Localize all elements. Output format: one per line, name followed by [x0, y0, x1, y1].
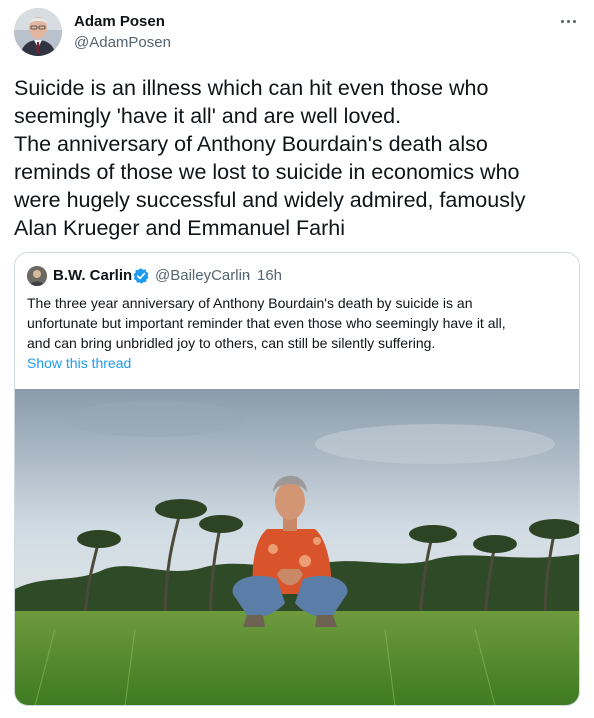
- tweet-text-line: reminds of those we lost to suicide in e…: [14, 160, 520, 184]
- author-avatar-image: [14, 8, 62, 56]
- quoted-text-line: unfortunate but important reminder that …: [27, 315, 506, 331]
- more-dots-icon[interactable]: [558, 11, 580, 31]
- tweet-text-line: seemingly 'have it all' and are well lov…: [14, 104, 402, 128]
- tweet-text-line: were hugely successful and widely admire…: [14, 188, 526, 212]
- quoted-author-name: B.W. Carlin: [53, 267, 133, 284]
- quoted-tweet-photo[interactable]: [15, 389, 579, 706]
- more-dot: [573, 20, 576, 23]
- more-dot: [567, 20, 570, 23]
- quoted-timestamp: 16h: [257, 267, 283, 284]
- author-name[interactable]: Adam Posen: [74, 13, 165, 30]
- quoted-author-avatar: [27, 266, 47, 286]
- quoted-author-handle: @BaileyCarlin: [155, 267, 251, 284]
- tweet-text-line: Suicide is an illness which can hit even…: [14, 76, 489, 100]
- tweet-header: Adam Posen @AdamPosen: [14, 8, 580, 58]
- tweet-text-line: Alan Krueger and Emmanuel Farhi: [14, 216, 346, 240]
- more-dot: [561, 20, 564, 23]
- author-handle[interactable]: @AdamPosen: [74, 34, 171, 51]
- tweet-text-line: The anniversary of Anthony Bourdain's de…: [14, 132, 488, 156]
- verified-badge-icon: [133, 268, 149, 284]
- show-thread-link[interactable]: Show this thread: [27, 355, 131, 371]
- separator-dot: ·: [245, 267, 250, 284]
- quoted-text-line: The three year anniversary of Anthony Bo…: [27, 295, 473, 311]
- quoted-author-avatar-image: [27, 266, 47, 286]
- quoted-text-line: and can bring unbridled joy to others, c…: [27, 335, 436, 351]
- quoted-tweet[interactable]: B.W. Carlin @BaileyCarlin · 16h The thre…: [14, 252, 580, 706]
- author-avatar[interactable]: [14, 8, 62, 56]
- quoted-tweet-text: The three year anniversary of Anthony Bo…: [27, 293, 567, 353]
- tweet-text: Suicide is an illness which can hit even…: [14, 74, 584, 242]
